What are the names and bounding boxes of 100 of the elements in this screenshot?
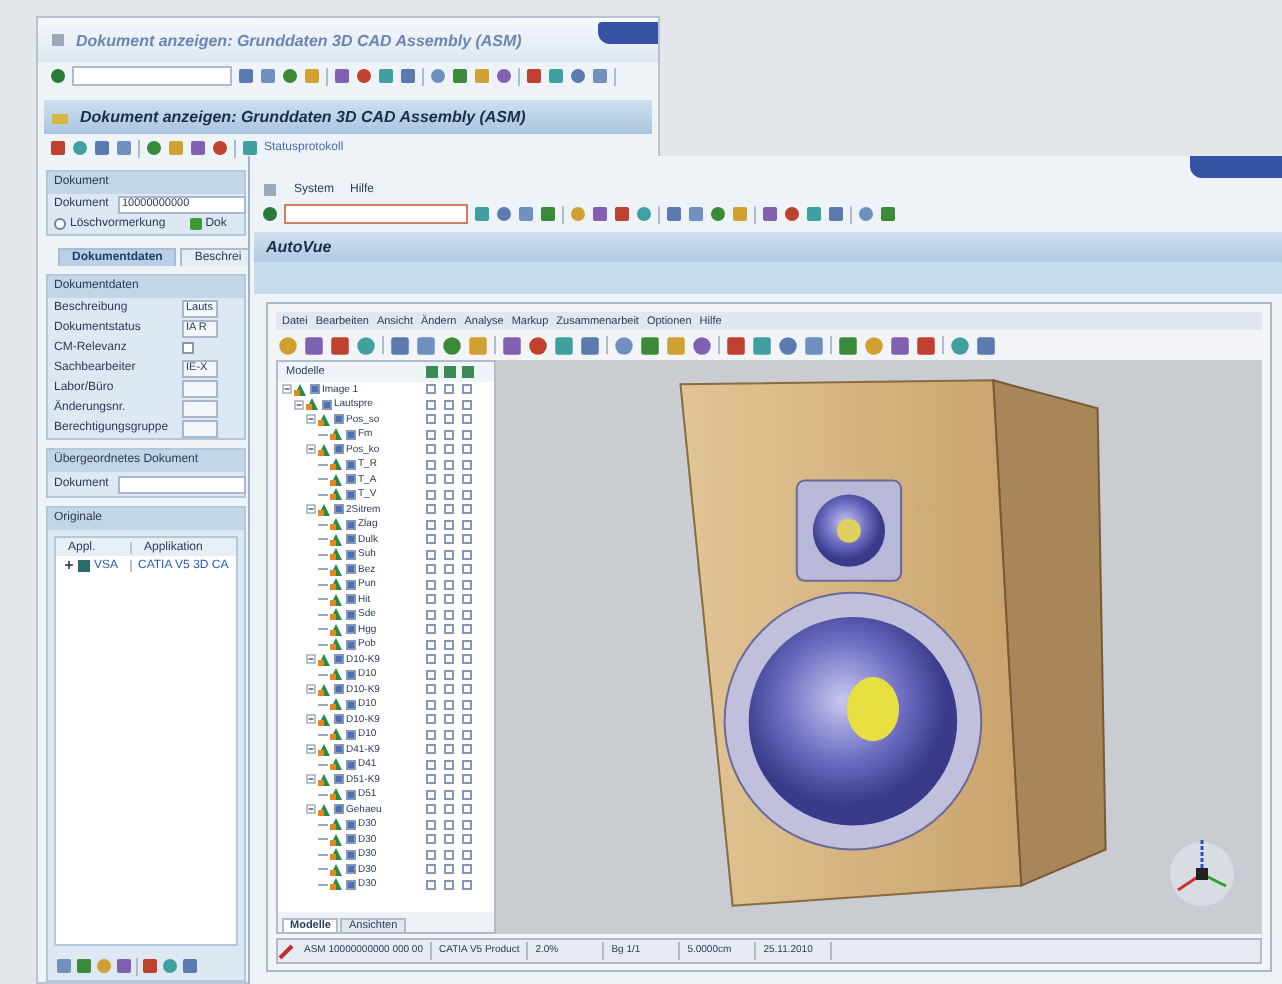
square-icon[interactable] bbox=[304, 68, 320, 84]
checkbox[interactable] bbox=[444, 429, 454, 440]
checkbox[interactable] bbox=[462, 459, 472, 470]
checkbox[interactable] bbox=[444, 474, 454, 485]
checkbox[interactable] bbox=[426, 609, 436, 620]
checkbox[interactable] bbox=[346, 519, 356, 530]
checkbox[interactable] bbox=[426, 519, 436, 530]
square-icon[interactable] bbox=[890, 335, 910, 355]
checkbox[interactable] bbox=[346, 864, 356, 875]
square-icon[interactable] bbox=[880, 206, 896, 222]
checkbox[interactable] bbox=[182, 342, 194, 354]
collapse-icon[interactable] bbox=[306, 804, 316, 815]
square-icon[interactable] bbox=[474, 206, 490, 222]
checkbox[interactable] bbox=[444, 549, 454, 560]
round-icon[interactable] bbox=[496, 206, 512, 222]
round-icon[interactable] bbox=[442, 335, 462, 355]
square-icon[interactable] bbox=[732, 206, 748, 222]
square-icon[interactable] bbox=[976, 335, 996, 355]
checkbox[interactable] bbox=[444, 774, 454, 785]
checkbox[interactable] bbox=[444, 504, 454, 515]
checkbox[interactable] bbox=[462, 729, 472, 740]
checkbox[interactable] bbox=[346, 849, 356, 860]
square-icon[interactable] bbox=[260, 68, 276, 84]
round-icon[interactable] bbox=[858, 206, 874, 222]
checkbox[interactable] bbox=[426, 669, 436, 680]
checkbox[interactable] bbox=[444, 489, 454, 500]
round-icon[interactable] bbox=[278, 335, 298, 355]
square-icon[interactable] bbox=[400, 68, 416, 84]
checkbox[interactable] bbox=[444, 879, 454, 890]
collapse-icon[interactable] bbox=[306, 684, 316, 695]
radio-button[interactable] bbox=[54, 218, 66, 230]
checkbox[interactable] bbox=[426, 474, 436, 485]
square-icon[interactable] bbox=[828, 206, 844, 222]
collapse-icon[interactable] bbox=[306, 654, 316, 665]
checkbox[interactable] bbox=[444, 684, 454, 695]
checkbox[interactable] bbox=[426, 504, 436, 515]
square-icon[interactable] bbox=[614, 206, 630, 222]
checkbox[interactable] bbox=[426, 534, 436, 545]
checkbox[interactable] bbox=[426, 489, 436, 500]
square-icon[interactable] bbox=[726, 335, 746, 355]
checkbox[interactable] bbox=[334, 504, 344, 515]
checkbox[interactable] bbox=[426, 864, 436, 875]
checkbox[interactable] bbox=[426, 684, 436, 695]
checkbox[interactable] bbox=[426, 849, 436, 860]
checkbox[interactable] bbox=[426, 624, 436, 635]
square-icon[interactable] bbox=[334, 68, 350, 84]
round-icon[interactable] bbox=[570, 68, 586, 84]
checkbox[interactable] bbox=[444, 699, 454, 710]
checkbox[interactable] bbox=[346, 879, 356, 890]
square-icon[interactable] bbox=[452, 68, 468, 84]
checkbox[interactable] bbox=[462, 489, 472, 500]
collapse-icon[interactable] bbox=[306, 744, 316, 755]
square-icon[interactable] bbox=[242, 140, 258, 156]
checkbox[interactable] bbox=[462, 444, 472, 455]
round-icon[interactable] bbox=[72, 140, 88, 156]
collapse-icon[interactable] bbox=[306, 504, 316, 515]
checkbox[interactable] bbox=[426, 744, 436, 755]
round-icon[interactable] bbox=[212, 140, 228, 156]
checkbox[interactable] bbox=[444, 834, 454, 845]
checkbox[interactable] bbox=[346, 489, 356, 500]
square-icon[interactable] bbox=[916, 335, 936, 355]
checkbox[interactable] bbox=[444, 594, 454, 605]
square-icon[interactable] bbox=[142, 958, 158, 974]
checkbox[interactable] bbox=[334, 444, 344, 455]
command-field[interactable] bbox=[284, 204, 468, 224]
collapse-icon[interactable] bbox=[306, 444, 316, 455]
checkbox[interactable] bbox=[462, 594, 472, 605]
checkbox[interactable] bbox=[444, 579, 454, 590]
checkbox[interactable] bbox=[444, 414, 454, 425]
checkbox[interactable] bbox=[462, 879, 472, 890]
square-icon[interactable] bbox=[474, 68, 490, 84]
input-field[interactable] bbox=[182, 419, 218, 437]
checkbox[interactable] bbox=[426, 699, 436, 710]
checkbox[interactable] bbox=[462, 744, 472, 755]
checkbox[interactable] bbox=[346, 639, 356, 650]
round-icon[interactable] bbox=[496, 68, 512, 84]
checkbox[interactable] bbox=[462, 804, 472, 815]
checkbox[interactable] bbox=[444, 639, 454, 650]
checkbox[interactable] bbox=[426, 564, 436, 575]
square-icon[interactable] bbox=[762, 206, 778, 222]
square-icon[interactable] bbox=[116, 140, 132, 156]
checkbox[interactable] bbox=[426, 399, 436, 410]
checkbox[interactable] bbox=[462, 714, 472, 725]
checkbox[interactable] bbox=[346, 579, 356, 590]
square-icon[interactable] bbox=[526, 68, 542, 84]
checkbox[interactable] bbox=[334, 414, 344, 425]
checkbox[interactable] bbox=[444, 444, 454, 455]
checkbox[interactable] bbox=[346, 669, 356, 680]
checkbox[interactable] bbox=[334, 684, 344, 695]
checkbox[interactable] bbox=[444, 789, 454, 800]
checkbox[interactable] bbox=[426, 729, 436, 740]
checkbox[interactable] bbox=[346, 594, 356, 605]
checkbox[interactable] bbox=[444, 729, 454, 740]
checkbox[interactable] bbox=[346, 429, 356, 440]
check-icon[interactable] bbox=[50, 68, 66, 84]
checkbox[interactable] bbox=[346, 459, 356, 470]
checkbox[interactable] bbox=[426, 834, 436, 845]
input-field[interactable] bbox=[182, 399, 218, 417]
checkbox[interactable] bbox=[462, 609, 472, 620]
checkbox[interactable] bbox=[444, 534, 454, 545]
